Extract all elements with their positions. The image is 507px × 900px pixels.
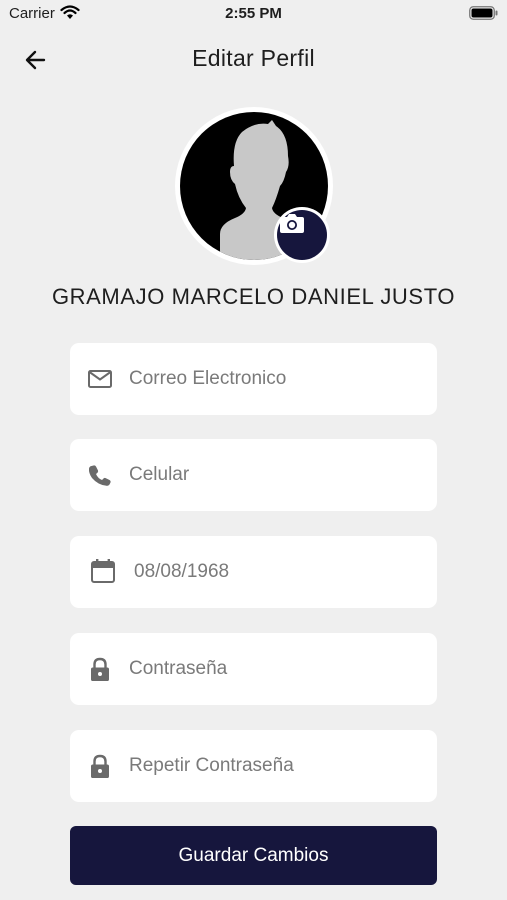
camera-icon [280,214,304,233]
email-field[interactable] [70,343,437,415]
repeat-password-input[interactable] [129,730,419,802]
profile-avatar-section [175,107,333,265]
status-bar: Carrier 2:55 PM [0,0,507,28]
app-header: Editar Perfil [0,40,507,80]
status-time: 2:55 PM [225,5,282,22]
save-changes-button[interactable]: Guardar Cambios [70,826,437,885]
profile-name: GRAMAJO MARCELO DANIEL JUSTO [51,284,456,309]
battery-icon [469,6,498,20]
phone-field[interactable] [70,439,437,511]
avatar[interactable] [175,107,333,265]
password-input[interactable] [129,633,419,705]
password-field[interactable] [70,633,437,705]
birthdate-field[interactable] [70,536,437,608]
phone-input[interactable] [129,439,419,511]
repeat-password-field[interactable] [70,730,437,802]
mail-icon [88,370,112,388]
birthdate-input[interactable] [134,536,424,608]
phone-icon [88,465,111,486]
page-title: Editar Perfil [192,45,315,71]
change-photo-button[interactable] [274,207,330,263]
lock-icon [91,754,109,778]
lock-icon [91,657,109,681]
email-input[interactable] [129,343,419,415]
calendar-icon [91,559,115,583]
